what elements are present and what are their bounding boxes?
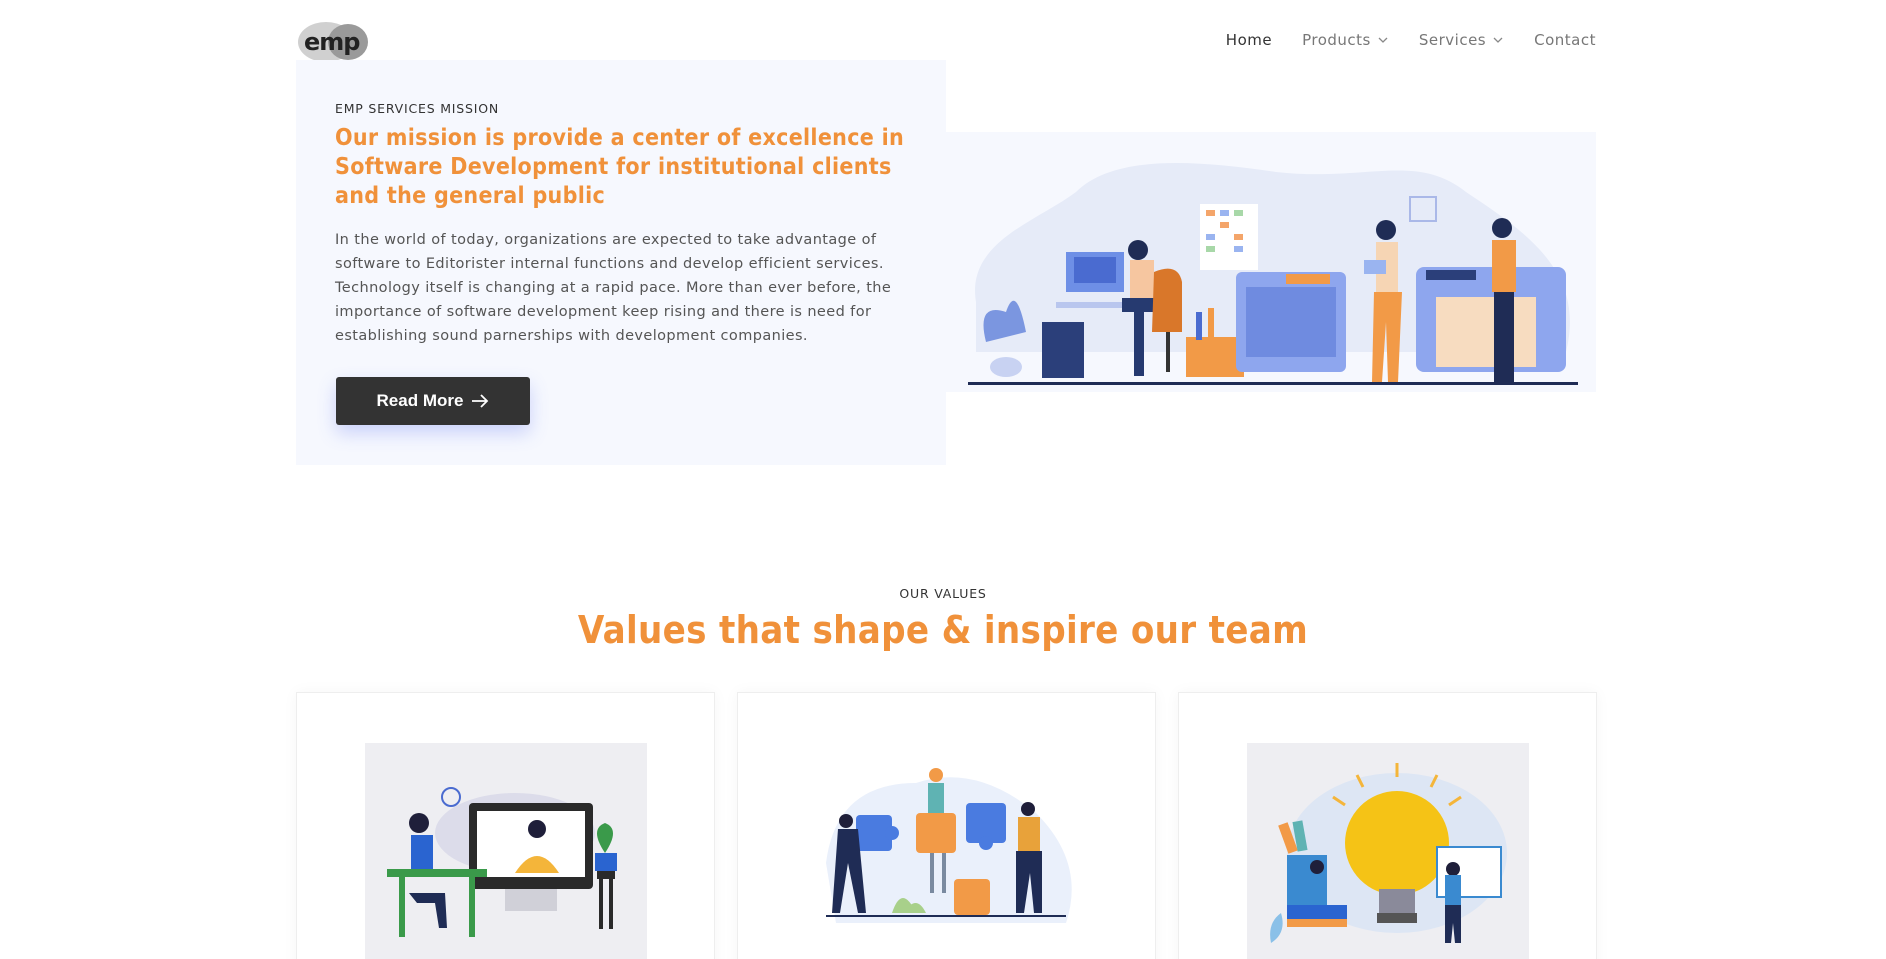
site-logo[interactable]: emp xyxy=(296,20,372,64)
read-more-label: Read More xyxy=(376,391,464,410)
chevron-down-icon xyxy=(1493,37,1503,43)
nav-home-label: Home xyxy=(1225,31,1273,49)
puzzle-teamwork-illustration xyxy=(806,743,1088,959)
nav-contact[interactable]: Contact xyxy=(1534,31,1596,49)
value-card-3 xyxy=(1178,692,1597,959)
emp-logo-icon: emp xyxy=(298,22,368,62)
lightbulb-idea-illustration xyxy=(1247,743,1529,959)
nav-home[interactable]: Home xyxy=(1226,31,1272,49)
online-teaching-illustration xyxy=(365,743,647,959)
read-more-button[interactable]: Read More xyxy=(336,377,530,425)
online-teaching-icon xyxy=(387,787,617,937)
main-nav: Home Products Services Contact xyxy=(1226,31,1596,49)
puzzle-teamwork-icon xyxy=(826,768,1072,923)
nav-services-label: Services xyxy=(1418,31,1487,49)
value-card-1 xyxy=(296,692,715,959)
hero-body: In the world of today, organizations are… xyxy=(335,232,892,344)
lightbulb-idea-icon xyxy=(1270,763,1507,943)
nav-products[interactable]: Products xyxy=(1302,31,1389,49)
nav-services[interactable]: Services xyxy=(1419,31,1504,49)
values-eyebrow: OUR VALUES xyxy=(899,586,987,601)
chevron-down-icon xyxy=(1378,37,1388,43)
hero-title: Our mission is provide a center of excel… xyxy=(335,125,905,209)
values-title: Values that shape & inspire our team xyxy=(577,608,1309,652)
office-workers-icon xyxy=(968,163,1578,385)
nav-products-label: Products xyxy=(1302,31,1371,49)
value-card-2 xyxy=(737,692,1156,959)
office-workers-illustration xyxy=(946,132,1596,392)
logo-text: emp xyxy=(304,28,360,56)
arrow-right-icon xyxy=(472,394,489,408)
hero-eyebrow: EMP SERVICES MISSION xyxy=(335,101,500,116)
nav-contact-label: Contact xyxy=(1534,31,1596,49)
